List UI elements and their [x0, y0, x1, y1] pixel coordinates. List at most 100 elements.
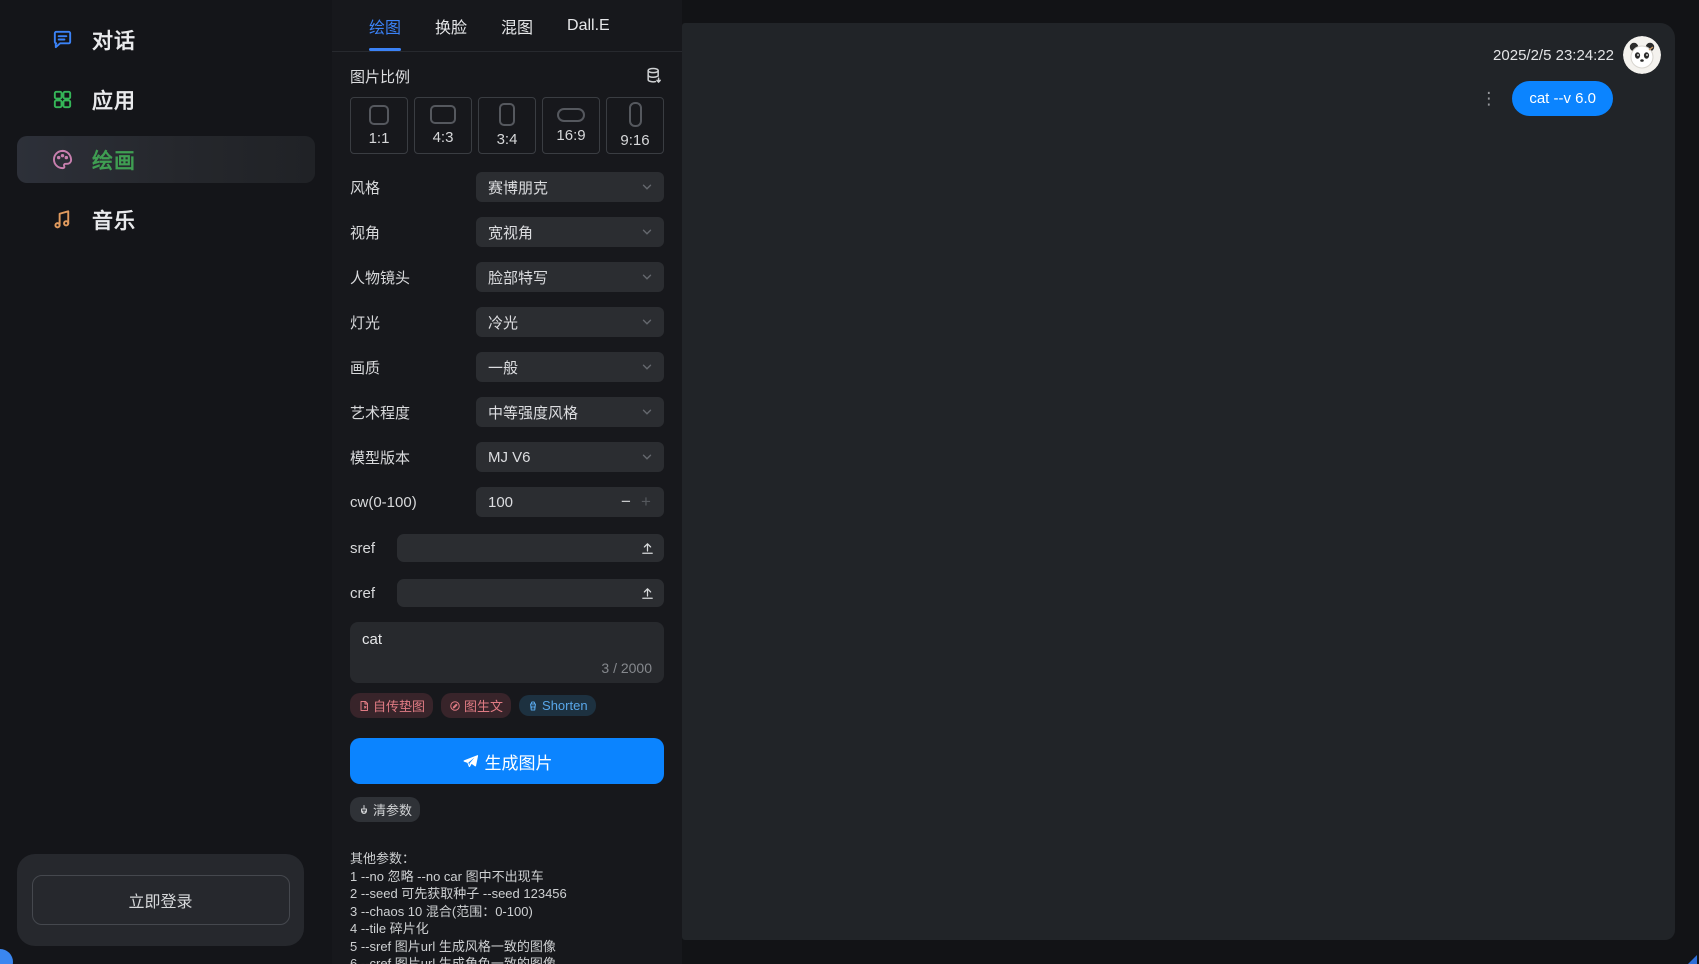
quality-select[interactable]: 一般: [476, 352, 664, 382]
chevron-down-icon: [640, 180, 654, 194]
chat-area: 2025/2/5 23:24:22: [682, 0, 1699, 964]
ratio-label: 3:4: [497, 131, 518, 148]
ratio-option-1-1[interactable]: 1:1: [350, 97, 408, 154]
chevron-down-icon: [640, 315, 654, 329]
sref-upload-input[interactable]: [397, 534, 664, 562]
draw-settings-panel: 绘图 换脸 混图 Dall.E 图片比例: [332, 0, 682, 964]
field-row-cw: cw(0-100) 100 − +: [350, 487, 664, 517]
select-value: 脸部特写: [488, 267, 548, 288]
field-row-character-shot: 人物镜头 脸部特写: [350, 262, 664, 292]
ratio-group: 1:1 4:3 3:4 16:9 9:16: [350, 97, 664, 154]
chat-panel: 2025/2/5 23:24:22: [682, 23, 1675, 940]
minus-icon[interactable]: −: [616, 492, 636, 512]
ratio-shape-icon: [499, 103, 515, 126]
other-params-hints: 其他参数： 1 --no 忽略 --no car 图中不出现车 2 --seed…: [350, 850, 664, 964]
tab-face-swap[interactable]: 换脸: [435, 0, 467, 51]
field-label: cw(0-100): [350, 494, 476, 511]
select-value: 中等强度风格: [488, 402, 578, 423]
sidebar-nav: 对话 应用 绘画: [0, 0, 332, 243]
ratio-option-3-4[interactable]: 3:4: [478, 97, 536, 154]
ratio-label: 1:1: [369, 130, 390, 147]
field-label: 模型版本: [350, 447, 476, 468]
field-row-style: 风格 赛博朋克: [350, 172, 664, 202]
generate-image-button[interactable]: 生成图片: [350, 738, 664, 784]
view-angle-select[interactable]: 宽视角: [476, 217, 664, 247]
tab-bar: 绘图 换脸 混图 Dall.E: [332, 0, 682, 52]
import-params-icon[interactable]: [644, 66, 664, 86]
sidebar-item-apps[interactable]: 应用: [17, 76, 315, 123]
cw-value[interactable]: 100: [488, 494, 616, 511]
hint-line: 6 --cref 图片url 生成角色一致的图像: [350, 955, 664, 964]
comment-edit-icon: [449, 700, 461, 712]
field-label: cref: [350, 585, 397, 602]
select-value: 一般: [488, 357, 518, 378]
field-label: 视角: [350, 222, 476, 243]
floating-button-partial: [0, 949, 13, 964]
field-label: 人物镜头: [350, 267, 476, 288]
sidebar-item-chat[interactable]: 对话: [17, 16, 315, 63]
send-plane-icon: [462, 753, 479, 770]
cref-upload-input[interactable]: [397, 579, 664, 607]
field-row-cref: cref: [350, 579, 664, 607]
hint-line: 1 --no 忽略 --no car 图中不出现车: [350, 868, 664, 886]
settings-content: 图片比例 1:1 4:3: [332, 52, 682, 964]
art-level-select[interactable]: 中等强度风格: [476, 397, 664, 427]
message-row: ⋮ cat --v 6.0: [682, 81, 1675, 116]
plus-icon[interactable]: +: [636, 492, 656, 512]
field-label: 风格: [350, 177, 476, 198]
lighting-select[interactable]: 冷光: [476, 307, 664, 337]
sidebar-item-label: 音乐: [92, 205, 136, 235]
sidebar-item-draw[interactable]: 绘画: [17, 136, 315, 183]
apps-grid-icon: [50, 88, 74, 112]
field-row-lighting: 灯光 冷光: [350, 307, 664, 337]
ratio-section-header: 图片比例: [350, 64, 664, 88]
select-value: 赛博朋克: [488, 177, 548, 198]
user-avatar[interactable]: [1623, 36, 1661, 74]
field-row-view-angle: 视角 宽视角: [350, 217, 664, 247]
sidebar-item-label: 应用: [92, 85, 136, 115]
ratio-label: 16:9: [556, 127, 585, 144]
prompt-input[interactable]: cat: [362, 631, 652, 655]
field-label: 画质: [350, 357, 476, 378]
shorten-icon: [527, 700, 539, 712]
hint-line: 2 --seed 可先获取种子 --seed 123456: [350, 885, 664, 903]
music-note-icon: [50, 208, 74, 232]
ratio-option-4-3[interactable]: 4:3: [414, 97, 472, 154]
ratio-shape-icon: [629, 102, 642, 127]
field-row-model-version: 模型版本 MJ V6: [350, 442, 664, 472]
character-shot-select[interactable]: 脸部特写: [476, 262, 664, 292]
message-menu-icon[interactable]: ⋮: [1480, 90, 1497, 107]
field-label: 艺术程度: [350, 402, 476, 423]
app-window: 对话 应用 绘画: [0, 0, 1699, 964]
clear-params-tag[interactable]: 清参数: [350, 797, 420, 822]
image-to-text-tag[interactable]: 图生文: [441, 693, 511, 718]
ratio-option-16-9[interactable]: 16:9: [542, 97, 600, 154]
ratio-section-label: 图片比例: [350, 66, 410, 87]
ratio-label: 4:3: [433, 129, 454, 146]
palette-icon: [50, 148, 74, 172]
shorten-tag[interactable]: Shorten: [519, 695, 596, 716]
ratio-option-9-16[interactable]: 9:16: [606, 97, 664, 154]
tab-dalle[interactable]: Dall.E: [567, 0, 610, 51]
message-meta: 2025/2/5 23:24:22: [682, 23, 1675, 74]
ratio-shape-icon: [430, 105, 456, 124]
pad-image-tag[interactable]: 自传垫图: [350, 693, 433, 718]
tab-draw[interactable]: 绘图: [369, 0, 401, 51]
sidebar-item-music[interactable]: 音乐: [17, 196, 315, 243]
message-timestamp: 2025/2/5 23:24:22: [1493, 47, 1614, 64]
field-label: 灯光: [350, 312, 476, 333]
style-select[interactable]: 赛博朋克: [476, 172, 664, 202]
login-button[interactable]: 立即登录: [32, 875, 290, 925]
char-counter: 3 / 2000: [362, 660, 652, 676]
chevron-down-icon: [640, 270, 654, 284]
tag-label: 自传垫图: [373, 696, 425, 715]
sidebar-item-label: 绘画: [92, 145, 136, 175]
tag-label: 清参数: [373, 800, 412, 819]
ratio-label: 9:16: [620, 132, 649, 149]
chevron-down-icon: [640, 450, 654, 464]
upload-icon: [640, 586, 655, 601]
chevron-down-icon: [640, 225, 654, 239]
tab-blend[interactable]: 混图: [501, 0, 533, 51]
model-version-select[interactable]: MJ V6: [476, 442, 664, 472]
generate-label: 生成图片: [485, 749, 553, 774]
